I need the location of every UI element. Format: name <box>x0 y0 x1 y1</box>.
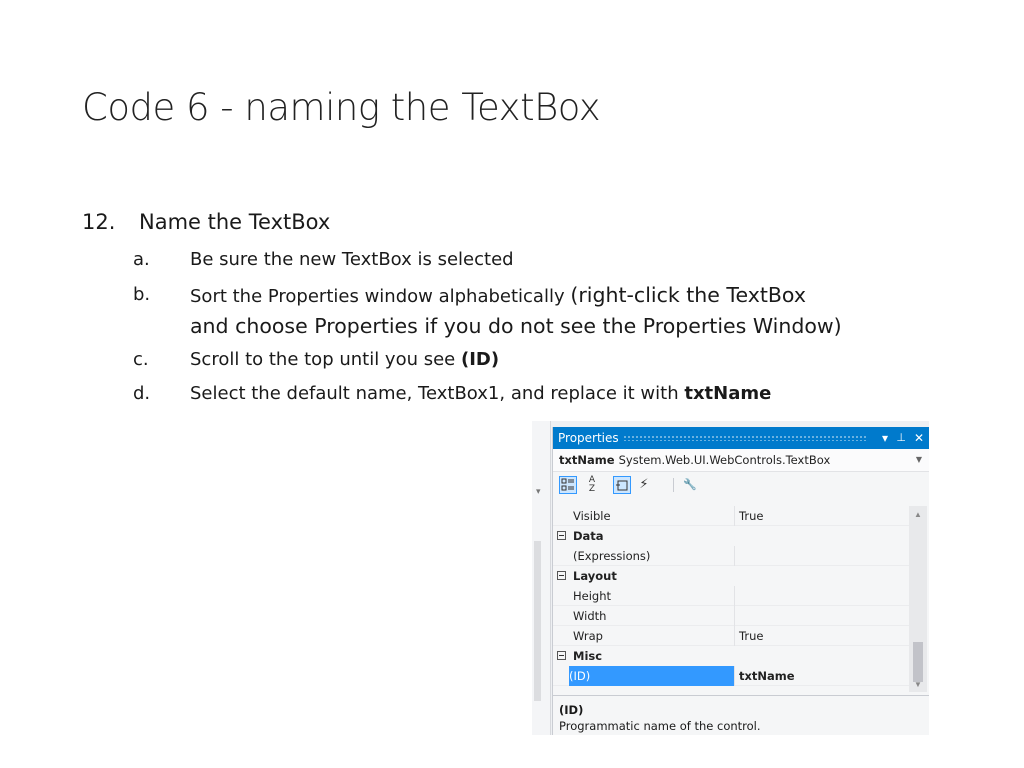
property-row-id[interactable]: (ID) txtName <box>553 666 909 686</box>
properties-toolbar: AZ ⚡ 🔧 <box>553 472 929 498</box>
substep-text-main: Select the default name, TextBox1, and r… <box>190 383 679 404</box>
title-grip[interactable] <box>623 435 866 441</box>
property-name: Wrap <box>573 629 603 643</box>
dropdown-icon[interactable]: ▾ <box>882 427 888 449</box>
substep-letter: c. <box>133 349 149 370</box>
substep-letter: d. <box>133 383 151 404</box>
pin-icon[interactable]: ⊥ <box>896 427 906 449</box>
object-type: System.Web.UI.WebControls.TextBox <box>618 453 831 467</box>
vs-screenshot: ▾ ‹ ▴ Properties ▾ ⊥ ✕ txtNameSystem.Web… <box>532 421 929 735</box>
property-row-wrap[interactable]: Wrap True <box>553 626 909 646</box>
chevron-down-icon: ▼ <box>915 455 922 464</box>
category-name: Misc <box>573 649 603 663</box>
substep-text-line2: and choose Properties if you do not see … <box>190 314 842 338</box>
property-value[interactable] <box>734 546 909 566</box>
category-layout[interactable]: Layout <box>553 566 909 586</box>
substep-text: Select the default name, TextBox1, and r… <box>190 379 771 409</box>
step-number: 12. <box>82 210 116 234</box>
editor-edge: ▾ ‹ ▴ <box>532 421 551 735</box>
property-row-height[interactable]: Height <box>553 586 909 606</box>
substep-text-note: (right-click the TextBox <box>570 283 806 307</box>
editor-scrollbar[interactable] <box>534 541 541 701</box>
property-name: Width <box>573 609 607 623</box>
description-text: Programmatic name of the control. <box>559 719 761 733</box>
description-title: (ID) <box>559 703 584 717</box>
slide-title: Code 6 - naming the TextBox <box>82 86 601 129</box>
events-icon[interactable]: ⚡ <box>635 476 653 494</box>
substep-letter: a. <box>133 249 150 270</box>
scroll-down-icon[interactable]: ▼ <box>914 680 922 689</box>
property-row-visible[interactable]: Visible True <box>553 506 909 526</box>
close-icon[interactable]: ✕ <box>914 427 924 449</box>
substep-bold: (ID) <box>461 349 500 370</box>
object-selector[interactable]: txtName System.Web.UI.WebControls.TextBox… <box>553 449 929 472</box>
properties-icon[interactable] <box>613 476 631 494</box>
collapse-icon[interactable] <box>557 571 566 580</box>
substep-text-main: Sort the Properties window alphabeticall… <box>190 286 565 307</box>
scrollbar-thumb[interactable] <box>913 642 923 682</box>
property-value-id[interactable]: txtName <box>734 666 909 686</box>
categorized-icon[interactable] <box>559 476 577 494</box>
property-row-width[interactable]: Width <box>553 606 909 626</box>
property-name: (ID) <box>569 666 734 686</box>
property-grid: Visible True Data (Expressions) Layout H… <box>553 506 909 686</box>
property-row-expressions[interactable]: (Expressions) <box>553 546 909 566</box>
scroll-down-icon: ▾ <box>536 487 541 497</box>
object-name: txtName <box>559 453 615 467</box>
substep-text: Scroll to the top until you see (ID) <box>190 345 499 375</box>
scroll-up-icon[interactable]: ▲ <box>914 510 922 519</box>
properties-title-bar: Properties ▾ ⊥ ✕ <box>553 427 929 449</box>
category-name: Layout <box>573 569 617 583</box>
collapse-icon[interactable] <box>557 531 566 540</box>
description-pane: (ID) Programmatic name of the control. <box>553 695 929 735</box>
category-data[interactable]: Data <box>553 526 909 546</box>
step-12: 12. Name the TextBox <box>82 210 330 234</box>
toolbar-separator <box>673 478 674 492</box>
property-value[interactable] <box>734 586 909 606</box>
property-grid-scrollbar[interactable]: ▲ ▼ <box>909 506 927 692</box>
property-pages-icon: 🔧 <box>683 478 697 491</box>
properties-title: Properties <box>558 431 619 445</box>
substep-text-main: Scroll to the top until you see <box>190 349 456 370</box>
substep-bold: txtName <box>684 383 772 404</box>
property-value[interactable]: True <box>734 626 909 646</box>
collapse-icon[interactable] <box>557 651 566 660</box>
step-text: Name the TextBox <box>139 210 331 234</box>
substep-text: Sort the Properties window alphabeticall… <box>190 280 806 312</box>
category-misc[interactable]: Misc <box>553 646 909 666</box>
category-name: Data <box>573 529 604 543</box>
property-name: (Expressions) <box>573 549 651 563</box>
property-value[interactable] <box>734 606 909 626</box>
property-name: Height <box>573 589 612 603</box>
substep-letter: b. <box>133 284 151 305</box>
substep-text: Be sure the new TextBox is selected <box>190 249 514 270</box>
alphabetical-icon[interactable]: AZ <box>583 476 601 494</box>
property-name: Visible <box>573 509 611 523</box>
properties-panel: Properties ▾ ⊥ ✕ txtName System.Web.UI.We… <box>552 427 929 735</box>
property-value[interactable]: True <box>734 506 909 526</box>
